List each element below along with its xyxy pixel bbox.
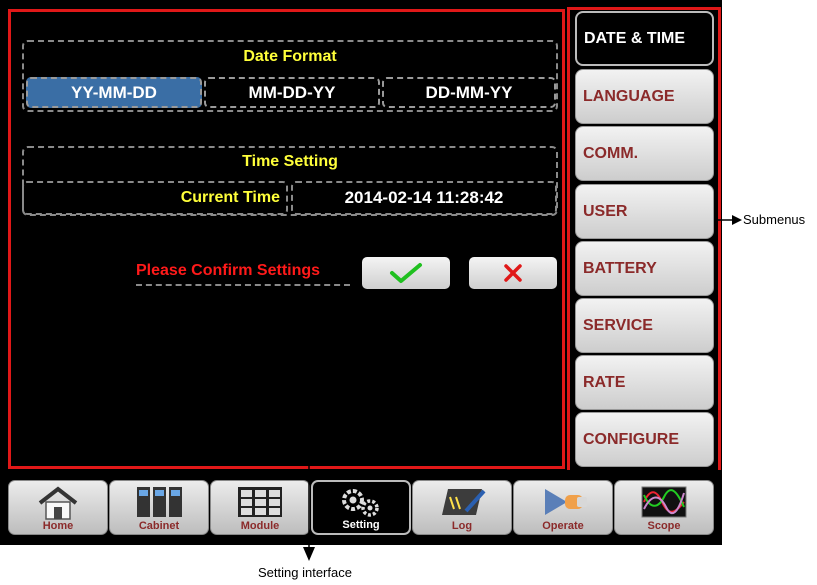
nav-log-label: Log — [451, 520, 473, 532]
nav-operate-label: Operate — [542, 520, 584, 532]
nav-scope[interactable]: Scope — [614, 480, 714, 535]
module-icon — [238, 487, 282, 517]
setting-interface-highlight — [8, 9, 565, 469]
nav-cabinet-label: Cabinet — [138, 520, 180, 532]
log-icon — [442, 489, 486, 515]
nav-home[interactable]: Home — [8, 480, 108, 535]
cabinet-icon — [137, 487, 182, 517]
gears-icon — [342, 489, 379, 517]
submenus-arrow-icon — [718, 215, 742, 225]
setting-interface-arrow-icon — [303, 465, 315, 561]
home-icon — [38, 486, 78, 520]
nav-scope-label: Scope — [647, 520, 681, 532]
scope-waveform-icon — [641, 486, 687, 518]
nav-setting-label: Setting — [342, 519, 380, 531]
nav-cabinet[interactable]: Cabinet — [109, 480, 209, 535]
nav-module-label: Module — [240, 520, 280, 532]
setting-interface-annotation: Setting interface — [258, 565, 352, 580]
nav-operate[interactable]: Operate — [513, 480, 613, 535]
submenus-annotation: Submenus — [743, 212, 806, 227]
submenus-highlight — [567, 7, 721, 474]
nav-module[interactable]: Module — [210, 480, 310, 535]
nav-log[interactable]: Log — [412, 480, 512, 535]
nav-setting[interactable]: Setting — [311, 480, 411, 535]
nav-home-label: Home — [42, 520, 74, 532]
operate-hand-icon — [545, 489, 587, 515]
